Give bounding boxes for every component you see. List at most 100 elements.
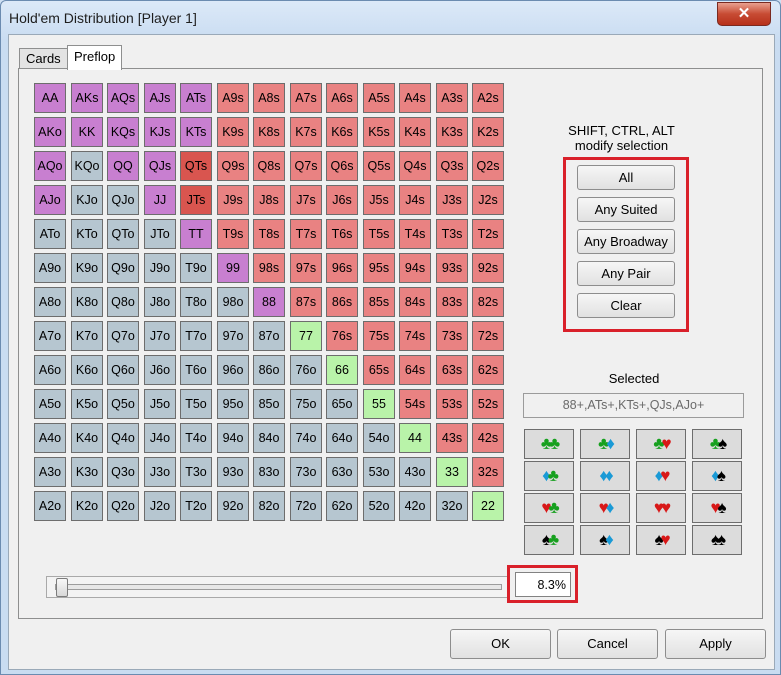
any-pair-button[interactable]: Any Pair [577,261,675,286]
hand-cell-a5s[interactable]: A5s [363,83,395,113]
hand-cell-22[interactable]: 22 [472,491,504,521]
hand-cell-ajo[interactable]: AJo [34,185,66,215]
hand-cell-62o[interactable]: 62o [326,491,358,521]
hand-cell-t6o[interactable]: T6o [180,355,212,385]
hand-cell-q9o[interactable]: Q9o [107,253,139,283]
hand-cell-ajs[interactable]: AJs [144,83,176,113]
hand-cell-53s[interactable]: 53s [436,389,468,419]
hand-cell-q8o[interactable]: Q8o [107,287,139,317]
hand-cell-75o[interactable]: 75o [290,389,322,419]
hand-cell-t9s[interactable]: T9s [217,219,249,249]
hand-cell-73s[interactable]: 73s [436,321,468,351]
hand-cell-j6o[interactable]: J6o [144,355,176,385]
hand-cell-ato[interactable]: ATo [34,219,66,249]
hand-cell-k5o[interactable]: K5o [71,389,103,419]
hand-cell-76s[interactable]: 76s [326,321,358,351]
hand-cell-t7s[interactable]: T7s [290,219,322,249]
hand-cell-t8o[interactable]: T8o [180,287,212,317]
slider-thumb[interactable] [56,578,68,597]
tab-preflop[interactable]: Preflop [67,45,123,70]
hand-cell-43s[interactable]: 43s [436,423,468,453]
hand-cell-74s[interactable]: 74s [399,321,431,351]
cancel-button[interactable]: Cancel [557,629,658,659]
hand-cell-t3o[interactable]: T3o [180,457,212,487]
hand-cell-t5s[interactable]: T5s [363,219,395,249]
hand-cell-ako[interactable]: AKo [34,117,66,147]
hand-cell-k5s[interactable]: K5s [363,117,395,147]
hand-cell-kk[interactable]: KK [71,117,103,147]
hand-cell-94o[interactable]: 94o [217,423,249,453]
hand-cell-k3s[interactable]: K3s [436,117,468,147]
hand-cell-92s[interactable]: 92s [472,253,504,283]
range-slider[interactable] [46,576,508,598]
hand-cell-92o[interactable]: 92o [217,491,249,521]
hand-cell-q3o[interactable]: Q3o [107,457,139,487]
hand-cell-72s[interactable]: 72s [472,321,504,351]
hand-cell-a2s[interactable]: A2s [472,83,504,113]
hand-cell-88[interactable]: 88 [253,287,285,317]
hand-cell-kqs[interactable]: KQs [107,117,139,147]
hand-cell-kto[interactable]: KTo [71,219,103,249]
hand-cell-aa[interactable]: AA [34,83,66,113]
hand-cell-52s[interactable]: 52s [472,389,504,419]
hand-cell-99[interactable]: 99 [217,253,249,283]
hand-cell-98o[interactable]: 98o [217,287,249,317]
hand-cell-jto[interactable]: JTo [144,219,176,249]
hand-cell-72o[interactable]: 72o [290,491,322,521]
hand-cell-73o[interactable]: 73o [290,457,322,487]
hand-cell-96o[interactable]: 96o [217,355,249,385]
all-button[interactable]: All [577,165,675,190]
hand-cell-97o[interactable]: 97o [217,321,249,351]
suit-combo-spade-diamond[interactable]: ♠♦ [580,525,630,555]
suit-combo-club-spade[interactable]: ♣♠ [692,429,742,459]
hand-cell-63o[interactable]: 63o [326,457,358,487]
hand-cell-t6s[interactable]: T6s [326,219,358,249]
hand-cell-q5o[interactable]: Q5o [107,389,139,419]
hand-cell-qto[interactable]: QTo [107,219,139,249]
hand-cell-82s[interactable]: 82s [472,287,504,317]
suit-combo-diamond-club[interactable]: ♦♣ [524,461,574,491]
suit-combo-spade-heart[interactable]: ♠♥ [636,525,686,555]
hand-cell-qq[interactable]: QQ [107,151,139,181]
hand-cell-86s[interactable]: 86s [326,287,358,317]
hand-cell-a8s[interactable]: A8s [253,83,285,113]
hand-cell-q6s[interactable]: Q6s [326,151,358,181]
ok-button[interactable]: OK [450,629,551,659]
hand-cell-k2o[interactable]: K2o [71,491,103,521]
hand-cell-74o[interactable]: 74o [290,423,322,453]
hand-cell-q7s[interactable]: Q7s [290,151,322,181]
hand-cell-k4o[interactable]: K4o [71,423,103,453]
close-button[interactable]: ✕ [717,2,771,26]
suit-combo-diamond-diamond[interactable]: ♦♦ [580,461,630,491]
hand-cell-55[interactable]: 55 [363,389,395,419]
suit-combo-heart-heart[interactable]: ♥♥ [636,493,686,523]
hand-cell-a6o[interactable]: A6o [34,355,66,385]
hand-cell-64o[interactable]: 64o [326,423,358,453]
hand-cell-kjo[interactable]: KJo [71,185,103,215]
hand-cell-qjo[interactable]: QJo [107,185,139,215]
hand-cell-q2o[interactable]: Q2o [107,491,139,521]
hand-cell-j7o[interactable]: J7o [144,321,176,351]
hand-cell-t9o[interactable]: T9o [180,253,212,283]
hand-cell-54s[interactable]: 54s [399,389,431,419]
hand-cell-q4s[interactable]: Q4s [399,151,431,181]
hand-cell-k6o[interactable]: K6o [71,355,103,385]
tab-cards[interactable]: Cards [19,48,68,68]
hand-cell-j6s[interactable]: J6s [326,185,358,215]
hand-cell-a3o[interactable]: A3o [34,457,66,487]
hand-cell-87s[interactable]: 87s [290,287,322,317]
hand-cell-a8o[interactable]: A8o [34,287,66,317]
hand-cell-t4s[interactable]: T4s [399,219,431,249]
hand-cell-j9o[interactable]: J9o [144,253,176,283]
hand-cell-a5o[interactable]: A5o [34,389,66,419]
hand-cell-84o[interactable]: 84o [253,423,285,453]
hand-cell-q7o[interactable]: Q7o [107,321,139,351]
suit-combo-spade-spade[interactable]: ♠♠ [692,525,742,555]
hand-cell-96s[interactable]: 96s [326,253,358,283]
hand-cell-k9o[interactable]: K9o [71,253,103,283]
hand-cell-97s[interactable]: 97s [290,253,322,283]
hand-cell-52o[interactable]: 52o [363,491,395,521]
hand-cell-85s[interactable]: 85s [363,287,395,317]
hand-cell-j2s[interactable]: J2s [472,185,504,215]
hand-cell-a9s[interactable]: A9s [217,83,249,113]
